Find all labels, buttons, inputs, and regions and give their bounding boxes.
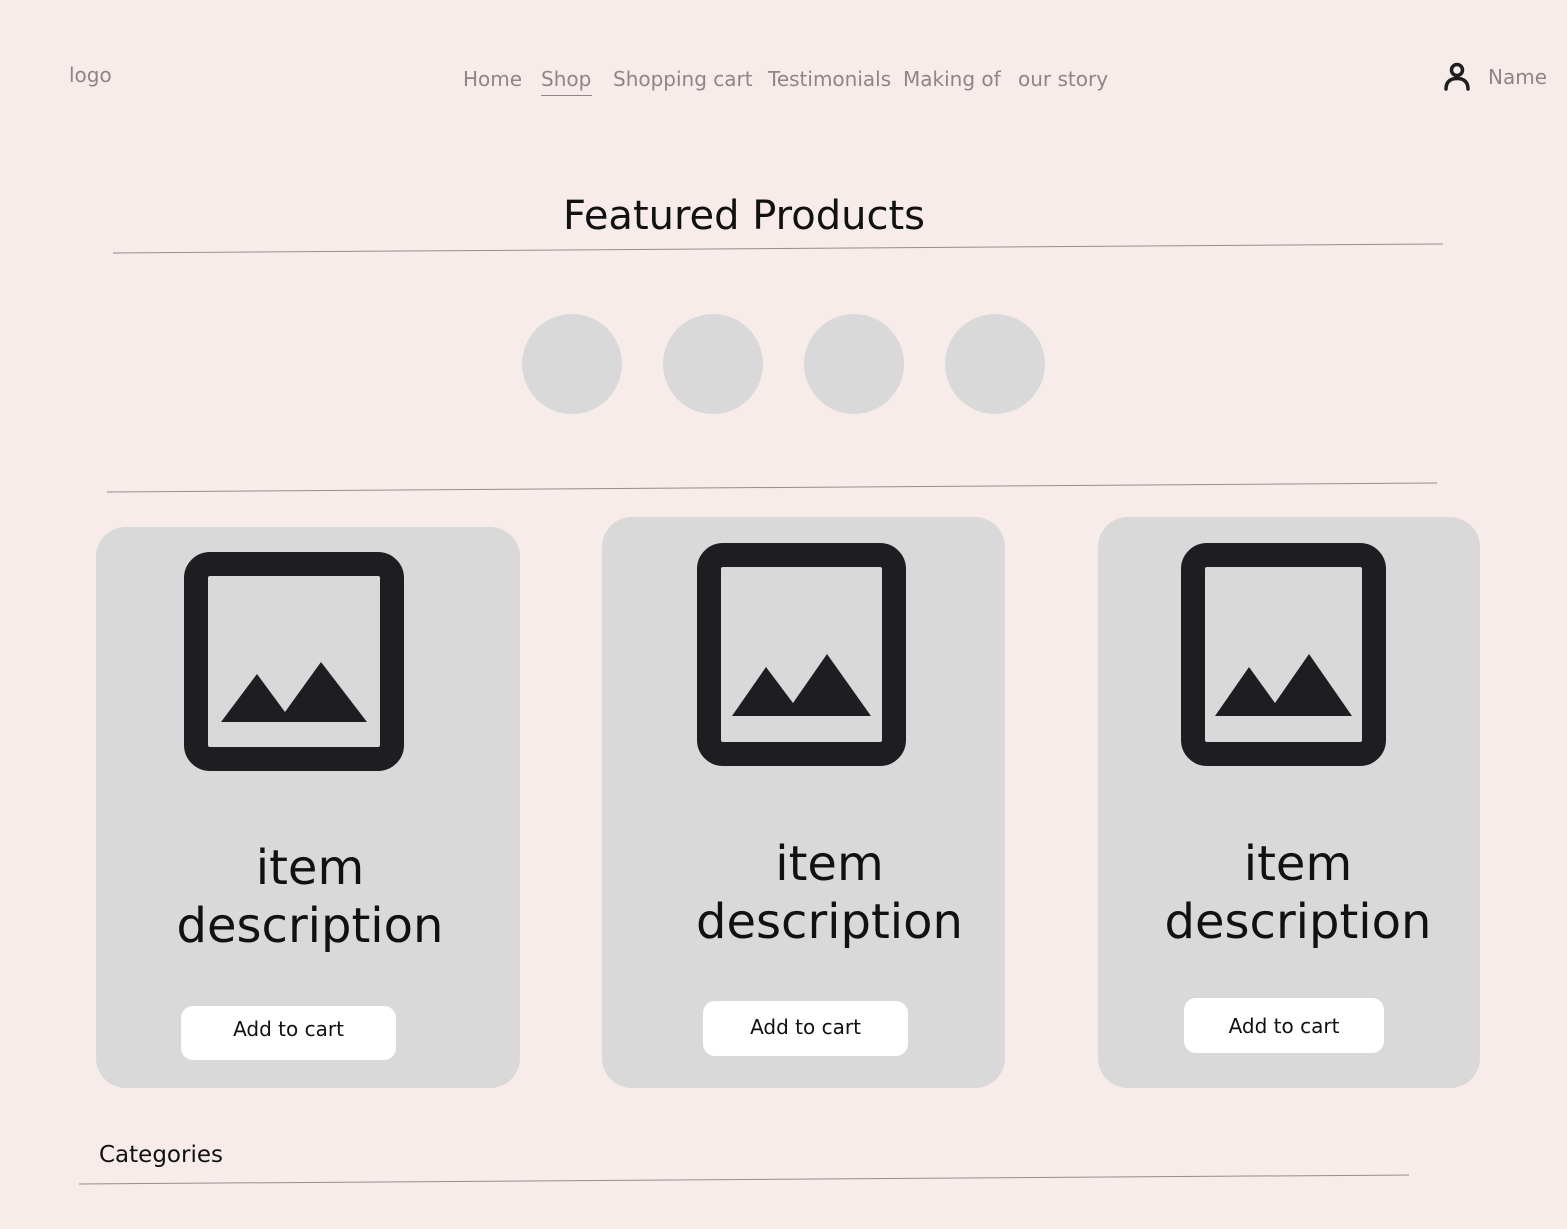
page-title: Featured Products <box>563 193 925 239</box>
carousel-dot-4[interactable] <box>945 314 1045 414</box>
divider-bottom <box>78 1174 1410 1185</box>
image-placeholder-icon <box>184 552 404 771</box>
add-to-cart-button[interactable]: Add to cart <box>1184 998 1384 1053</box>
nav-link-shop[interactable]: Shop <box>541 66 591 92</box>
image-placeholder-icon <box>1181 543 1386 766</box>
item-description: item description <box>1164 836 1432 950</box>
add-to-cart-button[interactable]: Add to cart <box>703 1001 908 1056</box>
nav-link-testimonials[interactable]: Testimonials <box>768 66 891 92</box>
carousel-dot-2[interactable] <box>663 314 763 414</box>
carousel-dot-3[interactable] <box>804 314 904 414</box>
item-description: item description <box>176 840 444 954</box>
nav-link-shopping-cart[interactable]: Shopping cart <box>613 66 753 92</box>
user-name[interactable]: Name <box>1488 65 1547 89</box>
divider-top <box>112 243 1444 254</box>
item-description: item description <box>696 836 963 950</box>
divider-middle <box>106 482 1438 493</box>
carousel-dot-1[interactable] <box>522 314 622 414</box>
nav-link-our-story[interactable]: our story <box>1018 66 1108 92</box>
active-nav-underline <box>541 95 592 96</box>
nav-link-home[interactable]: Home <box>463 66 522 92</box>
categories-heading: Categories <box>99 1142 223 1168</box>
user-icon[interactable] <box>1443 61 1471 91</box>
add-to-cart-button[interactable]: Add to cart <box>181 1006 396 1060</box>
logo[interactable]: logo <box>69 63 112 87</box>
image-placeholder-icon <box>697 543 906 766</box>
nav-link-making-of[interactable]: Making of <box>903 66 1001 92</box>
